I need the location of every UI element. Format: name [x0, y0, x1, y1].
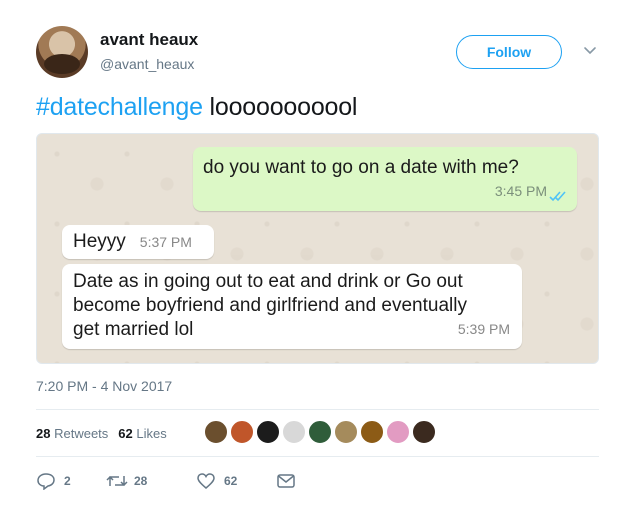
avatar[interactable]	[36, 26, 88, 78]
heart-icon	[197, 473, 215, 489]
liker-avatar[interactable]	[203, 419, 229, 445]
incoming-message-time: 5:37 PM	[139, 234, 192, 250]
tweet-body-text: looooooooool	[202, 93, 358, 121]
like-count: 62	[224, 474, 238, 488]
divider	[36, 456, 599, 457]
outgoing-message-bubble: do you want to go on a date with me? 3:4…	[193, 147, 577, 211]
user-name[interactable]: avant heaux	[100, 30, 198, 50]
liker-avatar[interactable]	[307, 419, 333, 445]
divider	[36, 409, 599, 410]
liker-avatar[interactable]	[281, 419, 307, 445]
liker-avatar[interactable]	[411, 419, 437, 445]
liker-avatar[interactable]	[255, 419, 281, 445]
hashtag-link[interactable]: #datechallenge	[36, 93, 203, 121]
liker-avatar[interactable]	[359, 419, 385, 445]
retweets-label: Retweets	[54, 426, 109, 441]
likes-stat[interactable]: 62 Likes	[118, 426, 166, 441]
tweet-media-image[interactable]: do you want to go on a date with me? 3:4…	[36, 133, 599, 364]
tweet-stats: 28 Retweets 62 Likes	[36, 426, 167, 441]
double-check-icon	[549, 191, 566, 202]
retweets-count: 28	[36, 426, 51, 441]
likes-count: 62	[118, 426, 133, 441]
liker-avatar[interactable]	[333, 419, 359, 445]
chevron-down-icon[interactable]	[582, 42, 598, 58]
tweet-header: avant heaux @avant_heaux Follow	[36, 26, 606, 80]
retweet-icon	[106, 475, 128, 487]
likes-label: Likes	[136, 426, 167, 441]
outgoing-message-text: do you want to go on a date with me?	[203, 157, 519, 178]
envelope-icon	[277, 474, 295, 488]
reply-icon	[37, 473, 55, 490]
retweets-stat[interactable]: 28 Retweets	[36, 426, 108, 441]
reply-count: 2	[64, 474, 71, 488]
liker-avatar[interactable]	[229, 419, 255, 445]
incoming-message-text: Heyyy	[73, 231, 126, 252]
tweet-timestamp[interactable]: 7:20 PM - 4 Nov 2017	[36, 378, 172, 394]
tweet-text: #datechallenge looooooooool	[36, 93, 357, 122]
incoming-message-bubble: Heyyy 5:37 PM	[62, 225, 214, 259]
retweet-count: 28	[134, 474, 148, 488]
tweet-actions: 2 28 62	[36, 472, 336, 492]
incoming-message-bubble: Date as in going out to eat and drink or…	[62, 264, 522, 349]
outgoing-message-time: 3:45 PM	[494, 183, 547, 199]
incoming-message-text: Date as in going out to eat and drink or…	[73, 271, 467, 340]
user-handle[interactable]: @avant_heaux	[100, 56, 194, 72]
follow-button[interactable]: Follow	[456, 35, 562, 69]
liker-avatar[interactable]	[385, 419, 411, 445]
incoming-message-time: 5:39 PM	[457, 321, 510, 337]
